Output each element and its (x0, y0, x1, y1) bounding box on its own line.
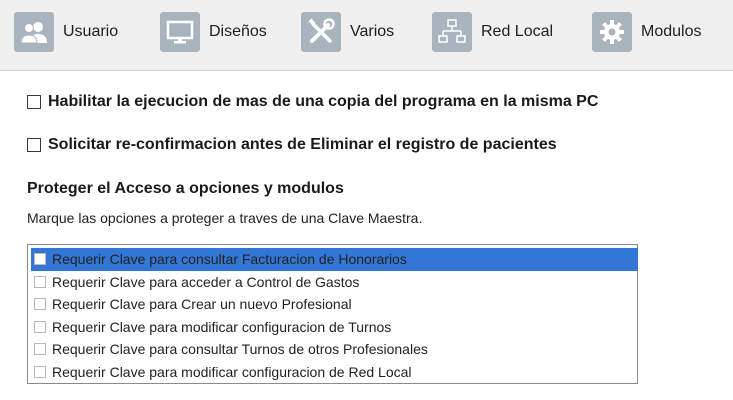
list-item-checkbox[interactable] (34, 275, 46, 288)
gear-icon (592, 12, 632, 52)
tab-varios-label: Varios (350, 23, 395, 40)
toolbar: Usuario Diseños Varios Red Local Modulos (0, 0, 733, 71)
tools-icon (301, 12, 341, 52)
list-item-label: Requerir Clave para acceder a Control de… (52, 273, 360, 290)
list-item-checkbox[interactable] (34, 253, 46, 266)
confirm-delete-label: Solicitar re-confirmacion antes de Elimi… (48, 136, 557, 153)
list-item-label: Requerir Clave para modificar configurac… (52, 318, 392, 335)
protection-description: Marque las opciones a proteger a traves … (27, 210, 423, 226)
multi-instance-label: Habilitar la ejecucion de mas de una cop… (48, 93, 599, 110)
tab-usuario[interactable]: Usuario (14, 12, 118, 52)
list-item-label: Requerir Clave para consultar Facturacio… (52, 251, 407, 268)
tab-usuario-label: Usuario (63, 23, 119, 40)
tab-disenos[interactable]: Diseños (160, 12, 267, 52)
list-item-checkbox[interactable] (34, 320, 46, 333)
list-item-checkbox[interactable] (34, 298, 46, 311)
multi-instance-option[interactable]: Habilitar la ejecucion de mas de una cop… (27, 93, 598, 111)
list-item-label: Requerir Clave para consultar Turnos de … (52, 341, 428, 358)
multi-instance-checkbox[interactable] (27, 95, 41, 109)
confirm-delete-checkbox[interactable] (27, 138, 41, 152)
list-item-label: Requerir Clave para modificar configurac… (52, 363, 412, 380)
tab-modulos-label: Modulos (641, 23, 702, 40)
list-item[interactable]: Requerir Clave para consultar Turnos de … (31, 338, 638, 361)
list-item[interactable]: Requerir Clave para modificar configurac… (31, 361, 638, 384)
list-item[interactable]: Requerir Clave para modificar configurac… (31, 316, 638, 339)
network-icon (432, 12, 472, 52)
protection-listbox[interactable]: Requerir Clave para consultar Facturacio… (27, 244, 638, 384)
users-icon (14, 12, 54, 52)
confirm-delete-option[interactable]: Solicitar re-confirmacion antes de Elimi… (27, 136, 557, 154)
list-item-checkbox[interactable] (34, 365, 46, 378)
tab-red-local-label: Red Local (481, 23, 554, 40)
list-item[interactable]: Requerir Clave para consultar Facturacio… (31, 248, 638, 271)
list-item[interactable]: Requerir Clave para Crear un nuevo Profe… (31, 293, 638, 316)
list-item-label: Requerir Clave para Crear un nuevo Profe… (52, 296, 352, 313)
tab-modulos[interactable]: Modulos (592, 12, 701, 52)
tab-red-local[interactable]: Red Local (432, 12, 553, 52)
tab-varios[interactable]: Varios (301, 12, 394, 52)
monitor-icon (160, 12, 200, 52)
protection-title: Proteger el Acceso a opciones y modulos (27, 180, 344, 197)
tab-disenos-label: Diseños (209, 23, 267, 40)
list-item[interactable]: Requerir Clave para acceder a Control de… (31, 271, 638, 294)
list-item-checkbox[interactable] (34, 343, 46, 356)
